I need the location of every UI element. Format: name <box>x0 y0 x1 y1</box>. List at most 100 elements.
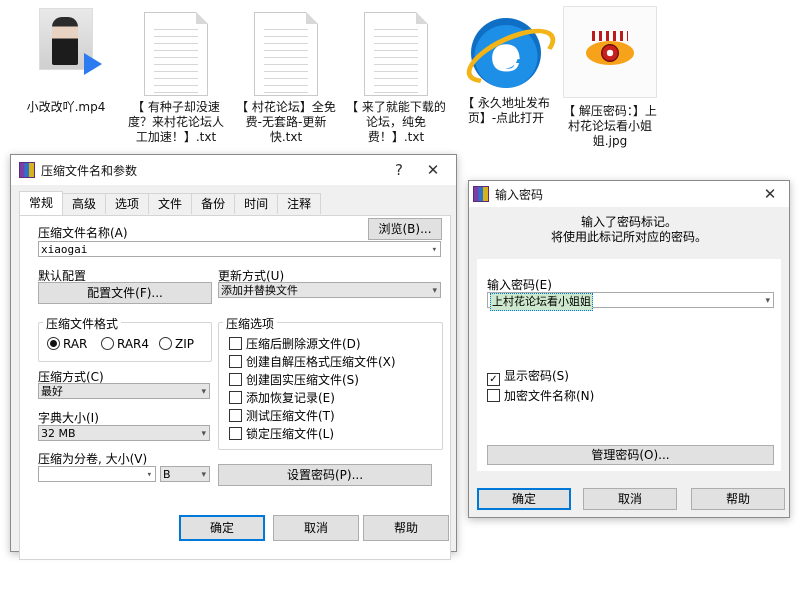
tab-general[interactable]: 常规 <box>19 191 64 215</box>
split-unit-select[interactable]: B ▾ <box>160 466 210 482</box>
close-icon[interactable]: ✕ <box>757 183 783 205</box>
desktop-icon-label: 【 解压密码：】上村花论坛看小姐姐.jpg <box>563 104 657 148</box>
format-zip-radio[interactable]: ZIP <box>159 337 194 351</box>
split-label: 压缩为分卷, 大小(V) <box>38 452 148 466</box>
checkbox-icon <box>229 409 242 422</box>
text-file-icon <box>364 12 428 96</box>
checkbox-icon <box>229 427 242 440</box>
checkmark-icon: ✓ <box>487 373 500 386</box>
tab-files[interactable]: 文件 <box>148 193 193 214</box>
close-icon[interactable]: ✕ <box>420 159 446 181</box>
profile-button[interactable]: 配置文件(F)... <box>38 282 212 304</box>
message-line-1: 输入了密码标记。 <box>580 215 677 229</box>
desktop-icon-label: 【 永久地址发布页】-点此打开 <box>462 96 550 125</box>
tab-backup[interactable]: 备份 <box>191 193 236 214</box>
title-bar: 压缩文件名和参数 ? ✕ <box>11 155 456 185</box>
internet-explorer-icon: e <box>459 17 563 95</box>
option-recovery-record[interactable]: 添加恢复记录(E) <box>229 389 335 406</box>
cancel-button[interactable]: 取消 <box>583 488 677 510</box>
text-file-icon <box>254 12 318 96</box>
archive-name-label: 压缩文件名称(A) <box>38 226 128 240</box>
tab-comment[interactable]: 注释 <box>277 193 322 214</box>
dict-value: 32 MB <box>41 427 76 440</box>
general-tab-panel: 压缩文件名称(A) 浏览(B)... xiaogai ▾ 默认配置 配置文件(F… <box>19 215 451 560</box>
checkbox-icon <box>229 391 242 404</box>
option-lock[interactable]: 锁定压缩文件(L) <box>229 425 334 442</box>
radio-icon <box>159 337 172 350</box>
tab-options[interactable]: 选项 <box>105 193 150 214</box>
manage-passwords-button[interactable]: 管理密码(O)... <box>487 445 774 465</box>
options-group-title: 压缩选项 <box>223 315 278 332</box>
desktop-icon-txt-1[interactable]: 【 有种子却没速度？来村花论坛人工加速！】.txt <box>124 4 228 145</box>
ok-button[interactable]: 确定 <box>477 488 571 510</box>
split-size-input[interactable]: ▾ <box>38 466 156 482</box>
set-password-button[interactable]: 设置密码(P)... <box>218 464 432 486</box>
dict-label: 字典大小(I) <box>38 411 99 425</box>
compression-options-group: 压缩选项 压缩后删除源文件(D) 创建自解压格式压缩文件(X) 创建固实压缩文件… <box>218 315 443 450</box>
format-rar4-radio[interactable]: RAR4 <box>101 337 149 351</box>
desktop-icon-label: 【 村花论坛】全免费-无套路-更新快.txt <box>236 100 336 144</box>
winrar-app-icon <box>19 162 35 178</box>
checkbox-icon <box>229 373 242 386</box>
checkbox-icon <box>487 389 500 402</box>
chevron-down-icon: ▾ <box>201 429 206 439</box>
desktop-icon-txt-2[interactable]: 【 村花论坛】全免费-无套路-更新快.txt <box>234 4 338 145</box>
tab-advanced[interactable]: 高级 <box>62 193 107 214</box>
desktop-icon-label: 【 来了就能下载的论坛，纯免费！】.txt <box>346 100 446 144</box>
text-file-icon <box>144 12 208 96</box>
desktop-icon-label: 【 有种子却没速度？来村花论坛人工加速！】.txt <box>127 100 224 144</box>
chevron-down-icon[interactable]: ▾ <box>147 467 152 483</box>
archive-name-input[interactable]: xiaogai ▾ <box>38 241 441 257</box>
chevron-down-icon[interactable]: ▾ <box>432 242 437 258</box>
radio-selected-icon <box>47 337 60 350</box>
tab-strip: 常规 高级 选项 文件 备份 时间 注释 <box>19 191 322 215</box>
chevron-down-icon[interactable]: ▾ <box>765 293 770 309</box>
chevron-down-icon: ▾ <box>432 286 437 296</box>
title-bar: 输入密码 ✕ <box>469 181 789 207</box>
desktop-icon-label: 小改改吖.mp4 <box>26 100 106 114</box>
help-button[interactable]: 帮助 <box>363 515 449 541</box>
encrypt-names-checkbox[interactable]: 加密文件名称(N) <box>487 387 594 404</box>
format-group-title: 压缩文件格式 <box>43 315 122 332</box>
tab-time[interactable]: 时间 <box>234 193 279 214</box>
dict-select[interactable]: 32 MB ▾ <box>38 425 210 441</box>
desktop-icon-shortcut[interactable]: e 【 永久地址发布页】-点此打开 <box>454 4 563 126</box>
option-delete-after[interactable]: 压缩后删除源文件(D) <box>229 335 361 352</box>
password-dialog: 输入密码 ✕ 输入了密码标记。 将使用此标记所对应的密码。 输入密码(E) 上村… <box>468 180 790 518</box>
browse-button[interactable]: 浏览(B)... <box>368 218 442 240</box>
help-button[interactable]: 帮助 <box>691 488 785 510</box>
play-icon <box>84 53 102 75</box>
show-password-checkbox[interactable]: ✓ 显示密码(S) <box>487 367 569 386</box>
archive-params-dialog: 压缩文件名和参数 ? ✕ 常规 高级 选项 文件 备份 时间 注释 压缩文件名称… <box>10 154 457 560</box>
dialog-title: 输入密码 <box>495 187 544 202</box>
option-test[interactable]: 测试压缩文件(T) <box>229 407 335 424</box>
enter-password-label: 输入密码(E) <box>487 278 552 292</box>
chevron-down-icon: ▾ <box>201 470 206 480</box>
video-thumbnail-icon <box>39 8 102 75</box>
password-message: 输入了密码标记。 将使用此标记所对应的密码。 <box>469 215 789 245</box>
chevron-down-icon: ▾ <box>201 387 206 397</box>
archive-name-value: xiaogai <box>41 243 88 256</box>
option-solid[interactable]: 创建固实压缩文件(S) <box>229 371 359 388</box>
desktop-icon-video[interactable]: 小改改吖.mp4 <box>14 4 118 115</box>
radio-icon <box>101 337 114 350</box>
ok-button[interactable]: 确定 <box>179 515 265 541</box>
password-input[interactable]: 上村花论坛看小姐姐 ▾ <box>487 292 774 311</box>
method-value: 最好 <box>41 385 63 398</box>
method-select[interactable]: 最好 ▾ <box>38 383 210 399</box>
cancel-button[interactable]: 取消 <box>273 515 359 541</box>
help-titlebar-button[interactable]: ? <box>386 159 412 181</box>
desktop-icon-txt-3[interactable]: 【 来了就能下载的论坛，纯免费！】.txt <box>344 4 448 145</box>
checkbox-icon <box>229 337 242 350</box>
update-mode-value: 添加并替换文件 <box>221 284 298 297</box>
dialog-title: 压缩文件名和参数 <box>41 163 138 178</box>
winrar-app-icon <box>473 186 489 202</box>
format-group: 压缩文件格式 RAR RAR4 ZIP <box>38 315 212 362</box>
format-rar-radio[interactable]: RAR <box>47 337 87 351</box>
option-sfx[interactable]: 创建自解压格式压缩文件(X) <box>229 353 396 370</box>
update-mode-select[interactable]: 添加并替换文件 ▾ <box>218 282 441 298</box>
password-value: 上村花论坛看小姐姐 <box>490 293 593 311</box>
checkbox-icon <box>229 355 242 368</box>
desktop-icon-jpg[interactable]: 【 解压密码：】上村花论坛看小姐姐.jpg <box>558 4 662 149</box>
image-viewer-eye-icon <box>563 6 657 98</box>
